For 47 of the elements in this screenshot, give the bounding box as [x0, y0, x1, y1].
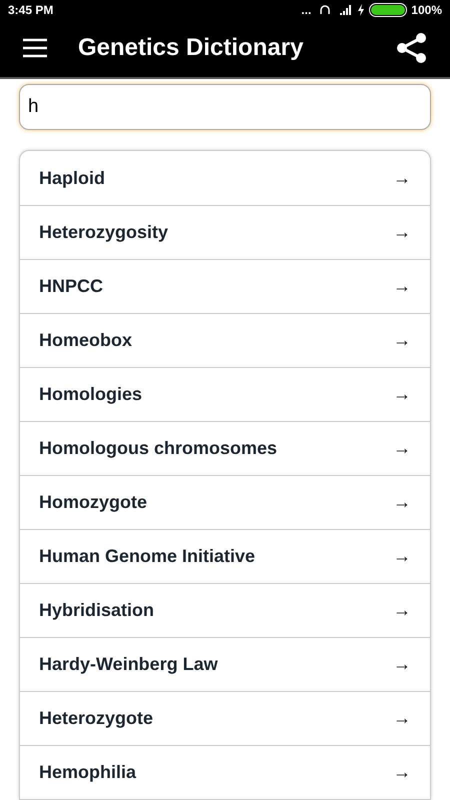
arrow-glyph: → — [393, 166, 411, 190]
term-row[interactable]: Homeobox → — [20, 313, 430, 367]
status-time: 3:45 PM — [8, 2, 54, 19]
term-row[interactable]: Hemophilia → — [20, 745, 430, 799]
menu-button[interactable] — [22, 38, 48, 58]
charging-icon — [357, 4, 366, 16]
arrow-glyph: → — [393, 437, 411, 460]
term-label: Heterozygote — [39, 707, 154, 730]
term-row[interactable]: Homozygote → — [20, 475, 430, 529]
term-label: Haploid — [39, 166, 106, 190]
arrow-glyph: → — [393, 707, 411, 730]
headset-icon — [319, 4, 332, 16]
term-label: Human Genome Initiative — [39, 545, 256, 568]
arrow-glyph: → — [393, 653, 411, 676]
term-label: Hardy-Weinberg Law — [39, 653, 219, 676]
term-row[interactable]: Hardy-Weinberg Law → — [20, 637, 430, 691]
term-row[interactable]: Haploid → — [20, 151, 430, 205]
term-label: Homozygote — [39, 491, 148, 514]
status-dots: ... — [301, 2, 312, 19]
term-row[interactable]: Human Genome Initiative → — [20, 529, 430, 583]
arrow-glyph: → — [393, 491, 411, 514]
term-label: Hemophilia — [39, 761, 138, 784]
term-label: Homologous chromosomes — [39, 437, 278, 460]
battery-icon — [369, 2, 408, 17]
term-row[interactable]: HNPCC → — [20, 259, 430, 313]
term-row[interactable]: Homologies → — [20, 367, 430, 421]
arrow-glyph: → — [393, 221, 411, 244]
term-label: Heterozygosity — [39, 221, 170, 244]
arrow-glyph: → — [393, 599, 411, 622]
arrow-glyph: → — [393, 761, 411, 784]
term-label: HNPCC — [39, 275, 104, 298]
arrow-glyph: → — [393, 383, 411, 406]
term-row[interactable]: Heterozygote → — [20, 691, 430, 745]
arrow-glyph: → — [393, 275, 411, 298]
term-row[interactable]: Heterozygosity → — [20, 205, 430, 259]
term-row[interactable]: Homologous chromosomes → — [20, 421, 430, 475]
signal-icon — [339, 4, 354, 16]
term-row[interactable]: Hybridisation → — [20, 583, 430, 637]
term-label: Homologies — [39, 383, 144, 406]
term-label: Homeobox — [39, 329, 134, 352]
arrow-glyph: → — [393, 545, 411, 568]
search-field[interactable]: h — [19, 84, 431, 130]
arrow-glyph: → — [393, 329, 411, 352]
share-button[interactable] — [396, 32, 428, 64]
battery-percent: 100% — [411, 2, 442, 19]
term-label: Hybridisation — [39, 599, 156, 622]
app-title: Genetics Dictionary — [78, 33, 304, 64]
